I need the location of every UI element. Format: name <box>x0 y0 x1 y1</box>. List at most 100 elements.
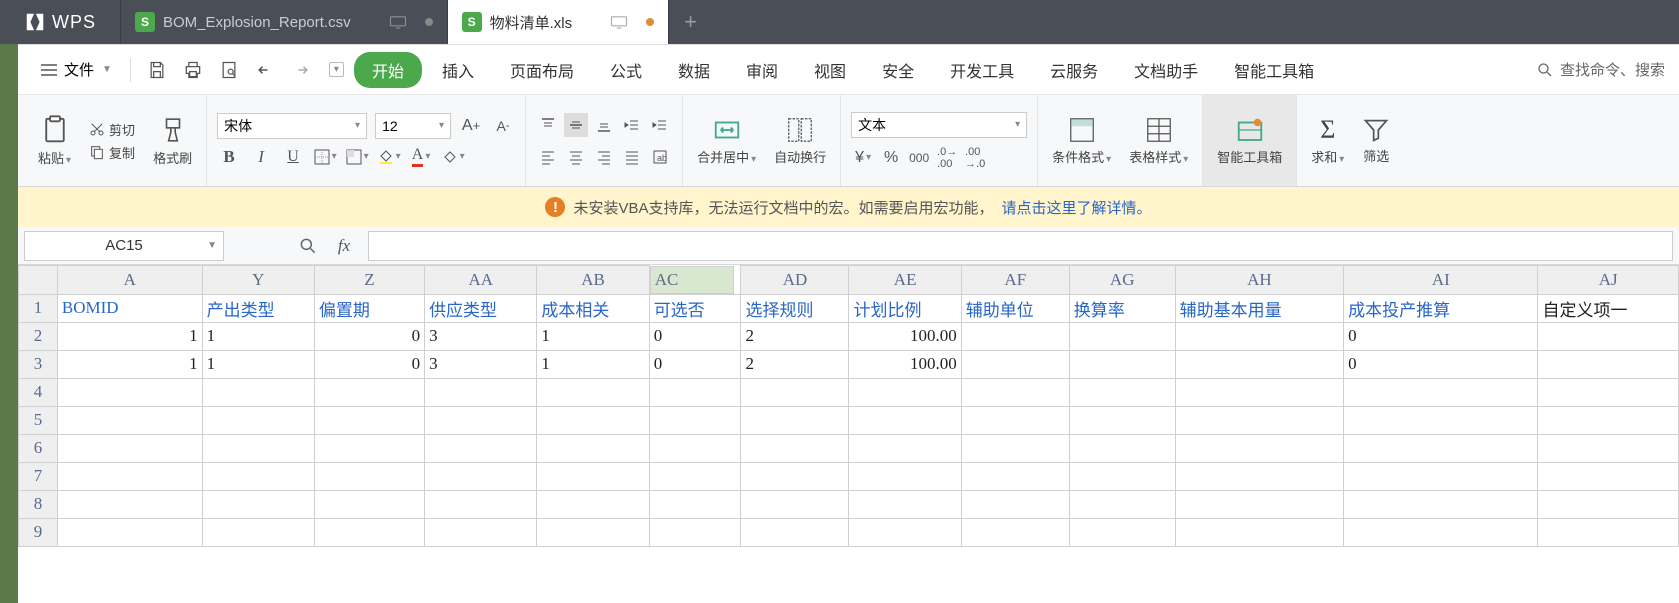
border-icon[interactable]: ▾ <box>313 145 337 169</box>
cell-AF5[interactable] <box>961 406 1069 434</box>
cell-AH5[interactable] <box>1175 406 1343 434</box>
cell-Z5[interactable] <box>314 406 424 434</box>
cell-A3[interactable]: 1 <box>57 350 202 378</box>
align-middle-icon[interactable] <box>564 113 588 137</box>
row-header-9[interactable]: 9 <box>19 518 58 546</box>
col-header-AE[interactable]: AE <box>849 266 961 295</box>
cell-AC8[interactable] <box>649 490 741 518</box>
cell-AC3[interactable]: 0 <box>649 350 741 378</box>
cell-AJ1[interactable]: 自定义项一 <box>1538 294 1679 322</box>
cell-AI4[interactable] <box>1344 378 1538 406</box>
cell-AI7[interactable] <box>1344 462 1538 490</box>
cell-AH2[interactable] <box>1175 322 1343 350</box>
cell-AH4[interactable] <box>1175 378 1343 406</box>
cell-AE9[interactable] <box>849 518 961 546</box>
cell-AE4[interactable] <box>849 378 961 406</box>
cell-AG6[interactable] <box>1069 434 1175 462</box>
cell-AF9[interactable] <box>961 518 1069 546</box>
cell-AF4[interactable] <box>961 378 1069 406</box>
cell-Z2[interactable]: 0 <box>314 322 424 350</box>
align-bottom-icon[interactable] <box>592 113 616 137</box>
cell-Y6[interactable] <box>202 434 314 462</box>
cell-AF3[interactable] <box>961 350 1069 378</box>
cell-AA5[interactable] <box>425 406 537 434</box>
cell-AE8[interactable] <box>849 490 961 518</box>
increase-indent-icon[interactable] <box>648 113 672 137</box>
cell-AG3[interactable] <box>1069 350 1175 378</box>
cell-AJ3[interactable] <box>1538 350 1679 378</box>
paste-button[interactable]: 粘贴▾ <box>34 112 75 169</box>
cell-AD6[interactable] <box>741 434 849 462</box>
cell-AA2[interactable]: 3 <box>425 322 537 350</box>
cell-AA7[interactable] <box>425 462 537 490</box>
cell-AE5[interactable] <box>849 406 961 434</box>
cell-AD1[interactable]: 选择规则 <box>741 294 849 322</box>
menu-item-数据[interactable]: 数据 <box>662 52 726 88</box>
cell-Z7[interactable] <box>314 462 424 490</box>
cell-AA1[interactable]: 供应类型 <box>425 294 537 322</box>
cell-AJ7[interactable] <box>1538 462 1679 490</box>
cell-Z3[interactable]: 0 <box>314 350 424 378</box>
bold-icon[interactable]: B <box>217 145 241 169</box>
cell-Z1[interactable]: 偏置期 <box>314 294 424 322</box>
menu-item-公式[interactable]: 公式 <box>594 52 658 88</box>
font-name-select[interactable]: 宋体▾ <box>217 113 367 139</box>
smart-toolbox-button[interactable]: 智能工具箱 <box>1213 113 1286 168</box>
row-header-7[interactable]: 7 <box>19 462 58 490</box>
cell-AA4[interactable] <box>425 378 537 406</box>
cell-AJ4[interactable] <box>1538 378 1679 406</box>
decrease-indent-icon[interactable] <box>620 113 644 137</box>
cell-AB6[interactable] <box>537 434 649 462</box>
copy-button[interactable]: 复制 <box>85 141 139 164</box>
cell-Z6[interactable] <box>314 434 424 462</box>
menu-item-审阅[interactable]: 审阅 <box>730 52 794 88</box>
cell-Y8[interactable] <box>202 490 314 518</box>
document-tab-0[interactable]: S BOM_Explosion_Report.csv <box>120 0 447 44</box>
menu-item-页面布局[interactable]: 页面布局 <box>494 52 590 88</box>
menu-item-云服务[interactable]: 云服务 <box>1034 52 1114 88</box>
cell-Y4[interactable] <box>202 378 314 406</box>
cell-AF8[interactable] <box>961 490 1069 518</box>
cell-AH7[interactable] <box>1175 462 1343 490</box>
cell-AJ8[interactable] <box>1538 490 1679 518</box>
spreadsheet-grid[interactable]: AYZAAABACADAEAFAGAHAIAJ1BOMID产出类型偏置期供应类型… <box>18 265 1679 603</box>
menu-item-视图[interactable]: 视图 <box>798 52 862 88</box>
cell-Y5[interactable] <box>202 406 314 434</box>
cell-A7[interactable] <box>57 462 202 490</box>
cell-AG4[interactable] <box>1069 378 1175 406</box>
cell-AC5[interactable] <box>649 406 741 434</box>
cell-AF2[interactable] <box>961 322 1069 350</box>
menu-item-智能工具箱[interactable]: 智能工具箱 <box>1218 52 1330 88</box>
orientation-icon[interactable]: ab <box>648 145 672 169</box>
cell-AH9[interactable] <box>1175 518 1343 546</box>
row-header-8[interactable]: 8 <box>19 490 58 518</box>
cut-button[interactable]: 剪切 <box>85 118 139 141</box>
number-format-select[interactable]: 文本▾ <box>851 112 1027 138</box>
cell-A5[interactable] <box>57 406 202 434</box>
cell-AD5[interactable] <box>741 406 849 434</box>
cell-style-icon[interactable]: ▾ <box>345 145 369 169</box>
document-tab-1[interactable]: S 物料清单.xls <box>447 0 669 44</box>
file-menu[interactable]: 文件 ▼ <box>32 55 120 84</box>
cell-AA3[interactable]: 3 <box>425 350 537 378</box>
cell-AF1[interactable]: 辅助单位 <box>961 294 1069 322</box>
cell-AG8[interactable] <box>1069 490 1175 518</box>
decrease-font-icon[interactable]: A- <box>491 114 515 138</box>
cell-AB8[interactable] <box>537 490 649 518</box>
menu-item-开始[interactable]: 开始 <box>354 52 422 88</box>
cell-AJ5[interactable] <box>1538 406 1679 434</box>
cell-A8[interactable] <box>57 490 202 518</box>
zoom-fx-icon[interactable] <box>296 234 320 258</box>
cell-AI3[interactable]: 0 <box>1344 350 1538 378</box>
cell-AB2[interactable]: 1 <box>537 322 649 350</box>
cell-AJ9[interactable] <box>1538 518 1679 546</box>
row-header-2[interactable]: 2 <box>19 322 58 350</box>
cell-AE6[interactable] <box>849 434 961 462</box>
align-right-icon[interactable] <box>592 145 616 169</box>
cell-A6[interactable] <box>57 434 202 462</box>
cell-AC1[interactable]: 可选否 <box>649 294 741 322</box>
cell-AD4[interactable] <box>741 378 849 406</box>
print-icon[interactable] <box>177 54 209 86</box>
cell-AC9[interactable] <box>649 518 741 546</box>
redo-icon[interactable] <box>285 54 317 86</box>
